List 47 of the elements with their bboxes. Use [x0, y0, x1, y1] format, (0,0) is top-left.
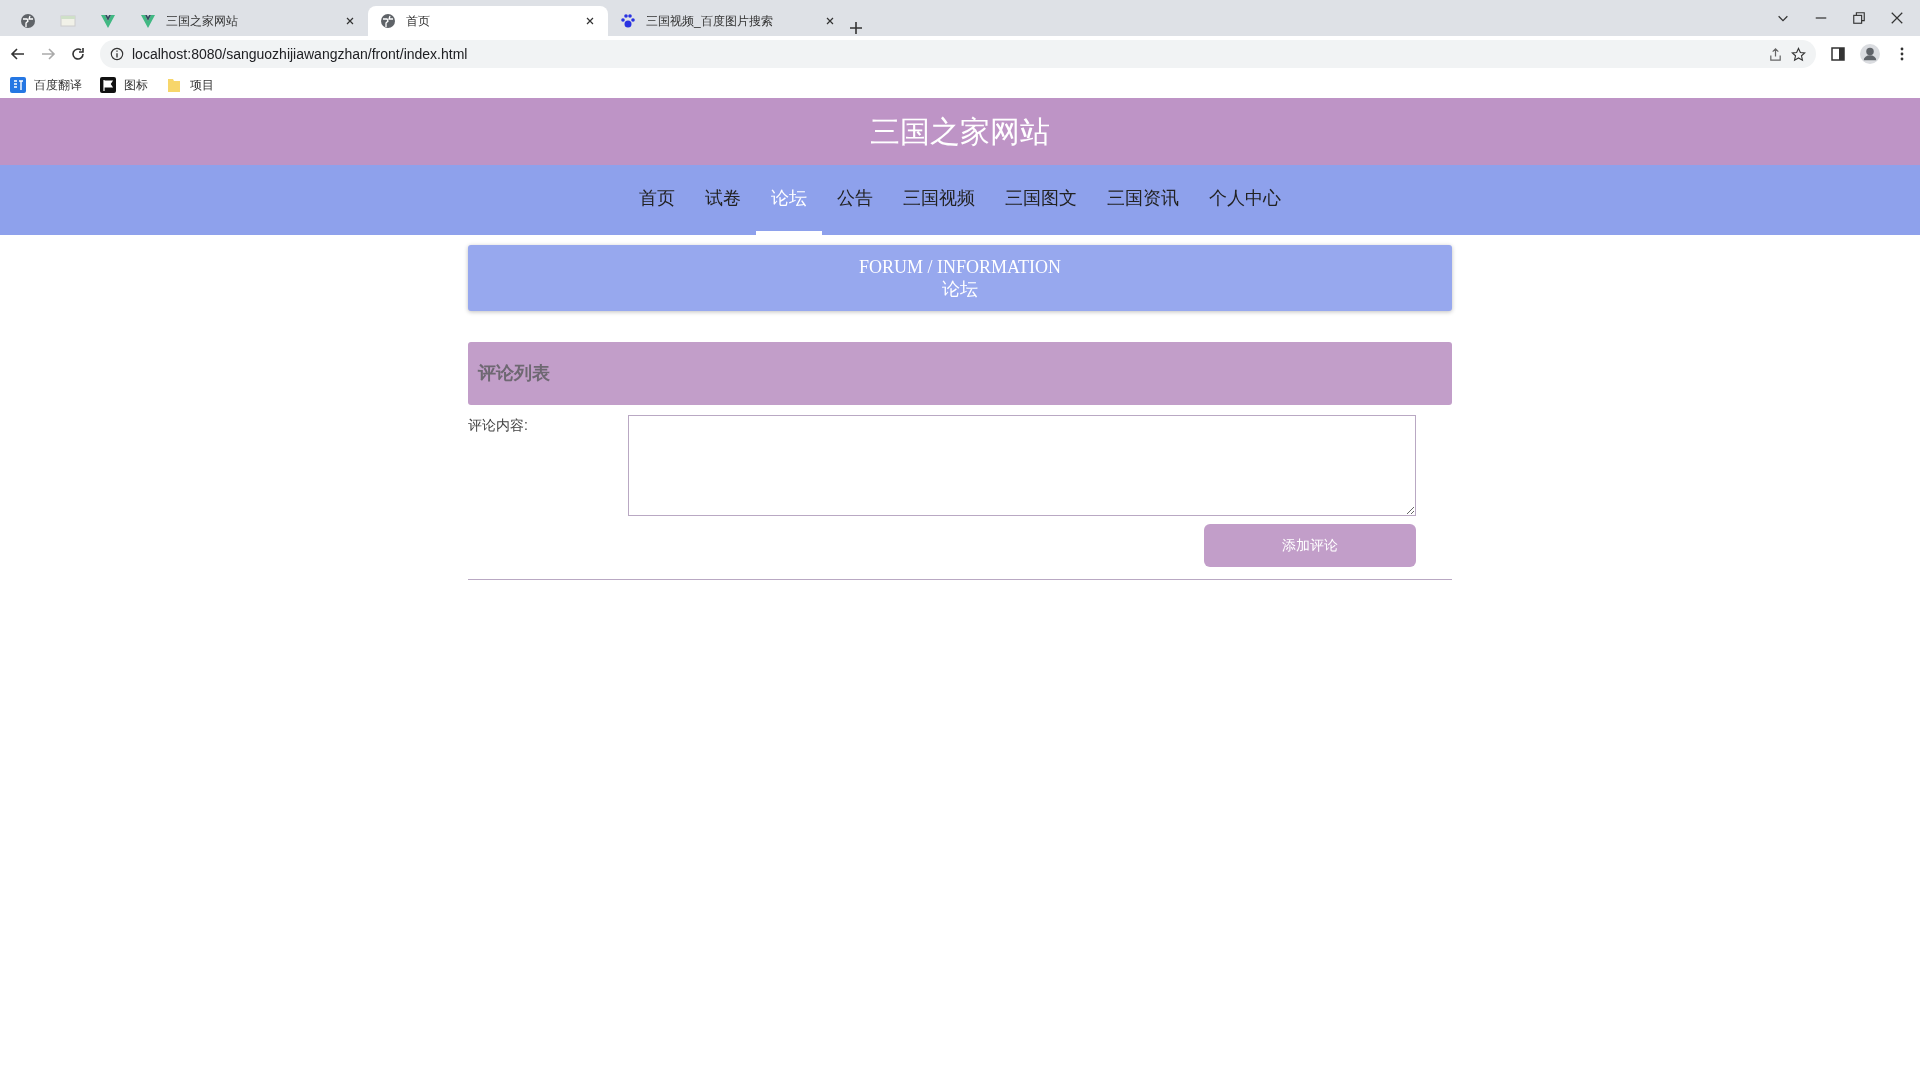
close-icon	[824, 15, 836, 27]
nav-link[interactable]: 首页	[624, 165, 690, 235]
info-icon	[110, 47, 124, 61]
section-title: 评论列表	[478, 362, 550, 385]
browser-tab[interactable]: 三国视频_百度图片搜索	[608, 6, 848, 36]
tab-title: 首页	[406, 13, 431, 30]
flag-icon	[100, 77, 116, 93]
globe-icon	[20, 13, 36, 29]
nav-link[interactable]: 个人中心	[1194, 165, 1296, 235]
banner-subtitle: FORUM / INFORMATION	[858, 255, 1062, 278]
browser-tab[interactable]: 首页	[368, 6, 608, 36]
forward-icon	[40, 46, 56, 62]
reload-icon	[70, 46, 86, 62]
address-text: localhost:8080/sanguozhijiawangzhan/front/index.html	[132, 44, 469, 64]
close-icon	[584, 15, 596, 27]
star-icon	[1791, 46, 1806, 62]
restore-icon	[1852, 11, 1866, 25]
field-label: 评论内容:	[468, 416, 529, 435]
profile-icon	[1860, 44, 1880, 64]
paw-icon	[620, 13, 636, 29]
folder-icon	[166, 77, 182, 93]
site-title: 三国之家网站	[870, 114, 1050, 150]
nav-link[interactable]: 试卷	[690, 165, 756, 235]
share-icon	[1768, 46, 1783, 62]
back-icon	[10, 46, 26, 62]
tab-title: 三国之家网站	[166, 13, 239, 30]
bookmark[interactable]: 图标	[100, 76, 148, 94]
translate-icon	[10, 77, 26, 93]
nav-link[interactable]: 三国图文	[990, 165, 1092, 235]
comment-field[interactable]	[628, 415, 1416, 516]
nav-link[interactable]: 公告	[822, 165, 888, 235]
address-bar[interactable]: localhost:8080/sanguozhijiawangzhan/front/index.html	[100, 40, 1816, 68]
close-icon	[344, 15, 356, 27]
bookmark[interactable]: 百度翻译	[10, 76, 82, 94]
new-tab-icon	[848, 20, 864, 36]
page-icon	[60, 13, 76, 29]
bookmark[interactable]: 项目	[166, 76, 214, 94]
banner-title: 论坛	[941, 278, 979, 301]
browser-tab[interactable]: 三国之家网站	[128, 6, 368, 36]
globe-icon	[380, 13, 396, 29]
nav-link[interactable]: 三国视频	[888, 165, 990, 235]
v-logo-icon	[100, 13, 116, 29]
close-icon	[1890, 11, 1904, 25]
tab-title: 三国视频_百度图片搜索	[646, 13, 774, 30]
side-panel-icon	[1830, 46, 1846, 62]
nav-link[interactable]: 三国资讯	[1092, 165, 1194, 235]
v-logo-icon	[140, 13, 156, 29]
